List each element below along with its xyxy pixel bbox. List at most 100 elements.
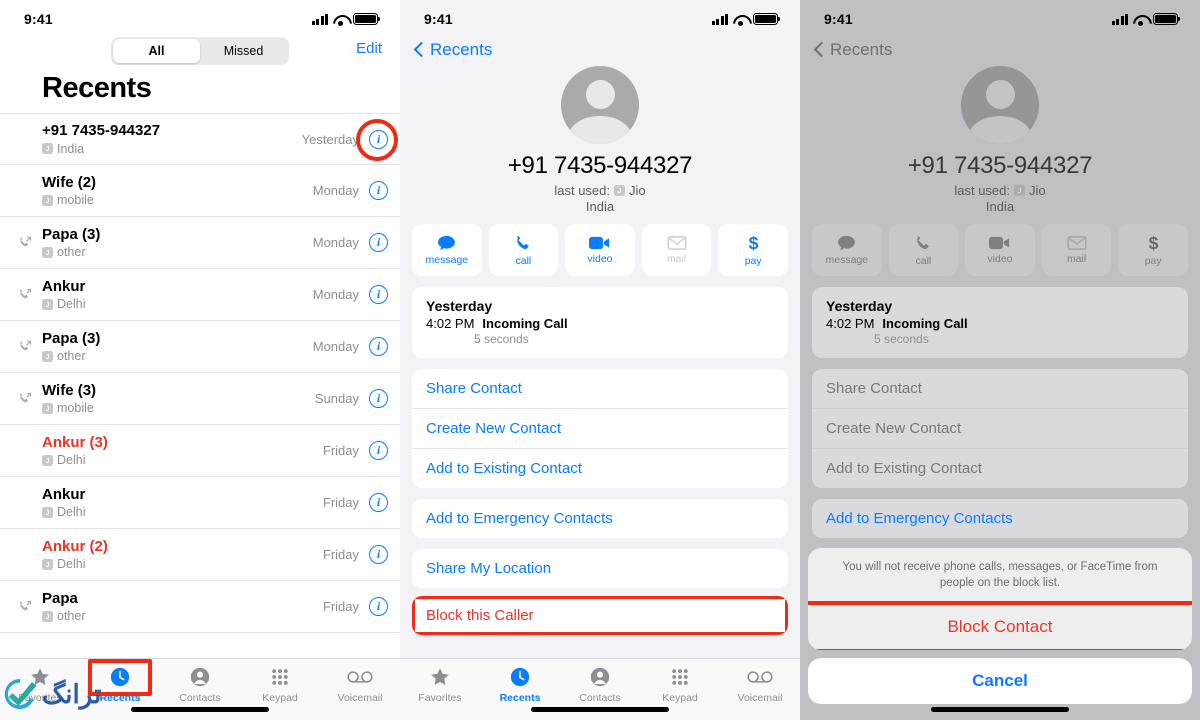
call-action-button[interactable]: call (488, 224, 559, 276)
add-to-emergency-contacts-item[interactable]: Add to Emergency Contacts (412, 499, 788, 538)
avatar (961, 66, 1039, 144)
add-to-existing-contact-item[interactable]: Add to Existing Contact (412, 449, 788, 488)
cancel-button[interactable]: Cancel (808, 658, 1192, 704)
back-button[interactable]: Recents (400, 34, 800, 64)
create-new-contact-item: Create New Contact (812, 409, 1188, 449)
voicemail-icon (347, 665, 373, 689)
call-name: +91 7435-944327 (42, 122, 161, 140)
tab-recents[interactable]: Recents (480, 665, 560, 704)
keypad-icon (270, 665, 290, 689)
call-subtitle: J India (42, 142, 302, 156)
tab-keypad[interactable]: Keypad (640, 665, 720, 704)
outgoing-call-icon (8, 287, 42, 302)
table-row[interactable]: Papa (3) J other Monday i (0, 217, 400, 269)
call-history-card: Yesterday 4:02 PM Incoming Call 5 second… (812, 287, 1188, 358)
status-time: 9:41 (424, 11, 453, 27)
tab-voicemail[interactable]: Voicemail (720, 665, 800, 704)
status-bar: 9:41 (800, 0, 1200, 34)
tab-contacts[interactable]: Contacts (560, 665, 640, 704)
table-row[interactable]: Wife (2) J mobile Monday i (0, 165, 400, 217)
wifi-icon (1133, 14, 1148, 26)
table-row[interactable]: Ankur J Delhi Friday i (0, 477, 400, 529)
edit-button[interactable]: Edit (356, 40, 382, 57)
call-time: Friday (322, 599, 359, 614)
info-circle-icon[interactable]: i (369, 337, 388, 356)
add-to-existing-contact-item: Add to Existing Contact (826, 460, 982, 477)
video-action-button: video (965, 224, 1035, 276)
call-name: Papa (3) (42, 329, 101, 347)
tab-label: Voicemail (737, 692, 783, 704)
table-row[interactable]: Papa J other Friday i (0, 581, 400, 633)
sim-badge-icon: J (42, 402, 53, 414)
table-row[interactable]: Ankur (3) J Delhi Friday i (0, 425, 400, 477)
segment-all[interactable]: All (113, 39, 200, 63)
contact-actions-card: Share Contact Create New Contact Add to … (812, 369, 1188, 488)
info-circle-icon[interactable]: i (369, 493, 388, 512)
table-row[interactable]: Wife (3) J mobile Sunday i (0, 373, 400, 425)
history-time: 4:02 PM (826, 316, 875, 331)
cellular-bars-icon (1111, 13, 1128, 25)
create-new-contact-item[interactable]: Create New Contact (412, 409, 788, 449)
pay-action-button[interactable]: $ pay (718, 224, 788, 276)
action-label: video (587, 252, 613, 265)
contact-header: +91 7435-944327 last used: J Jio India (400, 64, 800, 214)
info-circle-icon[interactable]: i (369, 597, 388, 616)
message-bubble-icon (838, 235, 856, 250)
contact-header: +91 7435-944327 last used: J Jio India (800, 64, 1200, 214)
call-label: Delhi (57, 297, 86, 312)
outgoing-call-icon (8, 235, 42, 250)
action-label: mail (1066, 252, 1087, 265)
pay-action-button: $ pay (1118, 224, 1188, 276)
table-row[interactable]: Papa (3) J other Monday i (0, 321, 400, 373)
tab-contacts[interactable]: Contacts (160, 665, 240, 704)
svg-text:$: $ (1148, 233, 1158, 252)
block-this-caller-item[interactable]: Block this Caller (412, 596, 788, 635)
history-duration: 5 seconds (474, 332, 529, 346)
tab-label: Voicemail (337, 692, 383, 704)
info-circle-icon[interactable]: i (369, 389, 388, 408)
sim-badge-icon: J (42, 143, 53, 155)
info-circle-icon[interactable]: i (369, 545, 388, 564)
segmented-control-call-filter[interactable]: All Missed (111, 37, 289, 65)
share-my-location-item[interactable]: Share My Location (412, 549, 788, 588)
block-contact-button[interactable]: Block Contact (808, 601, 1192, 650)
battery-icon (1153, 13, 1181, 25)
table-row[interactable]: Ankur (2) J Delhi Friday i (0, 529, 400, 581)
tab-voicemail[interactable]: Voicemail (320, 665, 400, 704)
tab-favorites[interactable]: Favorites (400, 665, 480, 704)
cellular-bars-icon (311, 13, 328, 25)
table-row[interactable]: Ankur J Delhi Monday i (0, 269, 400, 321)
tab-keypad[interactable]: Keypad (240, 665, 320, 704)
battery-icon (353, 13, 381, 25)
action-sheet-group: You will not receive phone calls, messag… (808, 547, 1192, 650)
info-circle-icon[interactable]: i (369, 285, 388, 304)
video-action-button[interactable]: video (565, 224, 635, 276)
segment-missed[interactable]: Missed (200, 39, 287, 63)
call-direction-icon (8, 547, 42, 562)
phone-icon (917, 234, 930, 249)
call-info: Papa (3) J other (42, 330, 313, 363)
call-time: Monday (312, 235, 359, 250)
info-circle-icon[interactable]: i (369, 181, 388, 200)
watermark: ترانگ (2, 676, 102, 712)
outgoing-call-icon (8, 391, 42, 406)
call-name: Ankur (42, 485, 86, 503)
quick-action-row: message call video mail $ pay (400, 214, 800, 276)
page-title: Recents (42, 72, 152, 104)
info-circle-icon[interactable]: i (369, 233, 388, 252)
table-row[interactable]: +91 7435-944327 J India Yesterday i (0, 113, 400, 165)
call-time: Monday (312, 287, 359, 302)
call-label: Delhi (57, 505, 86, 520)
video-camera-icon (989, 236, 1010, 249)
message-action-button[interactable]: message (412, 224, 482, 276)
call-direction-icon (8, 443, 42, 458)
share-contact-item[interactable]: Share Contact (412, 369, 788, 409)
history-time: 4:02 PM (426, 316, 475, 331)
info-circle-icon[interactable]: i (369, 129, 388, 149)
call-time: Sunday (314, 391, 359, 406)
info-circle-icon[interactable]: i (369, 441, 388, 460)
call-direction-icon (8, 495, 42, 510)
back-button: Recents (800, 34, 1200, 64)
call-name: Ankur (42, 277, 86, 295)
call-name: Papa (3) (42, 225, 101, 243)
